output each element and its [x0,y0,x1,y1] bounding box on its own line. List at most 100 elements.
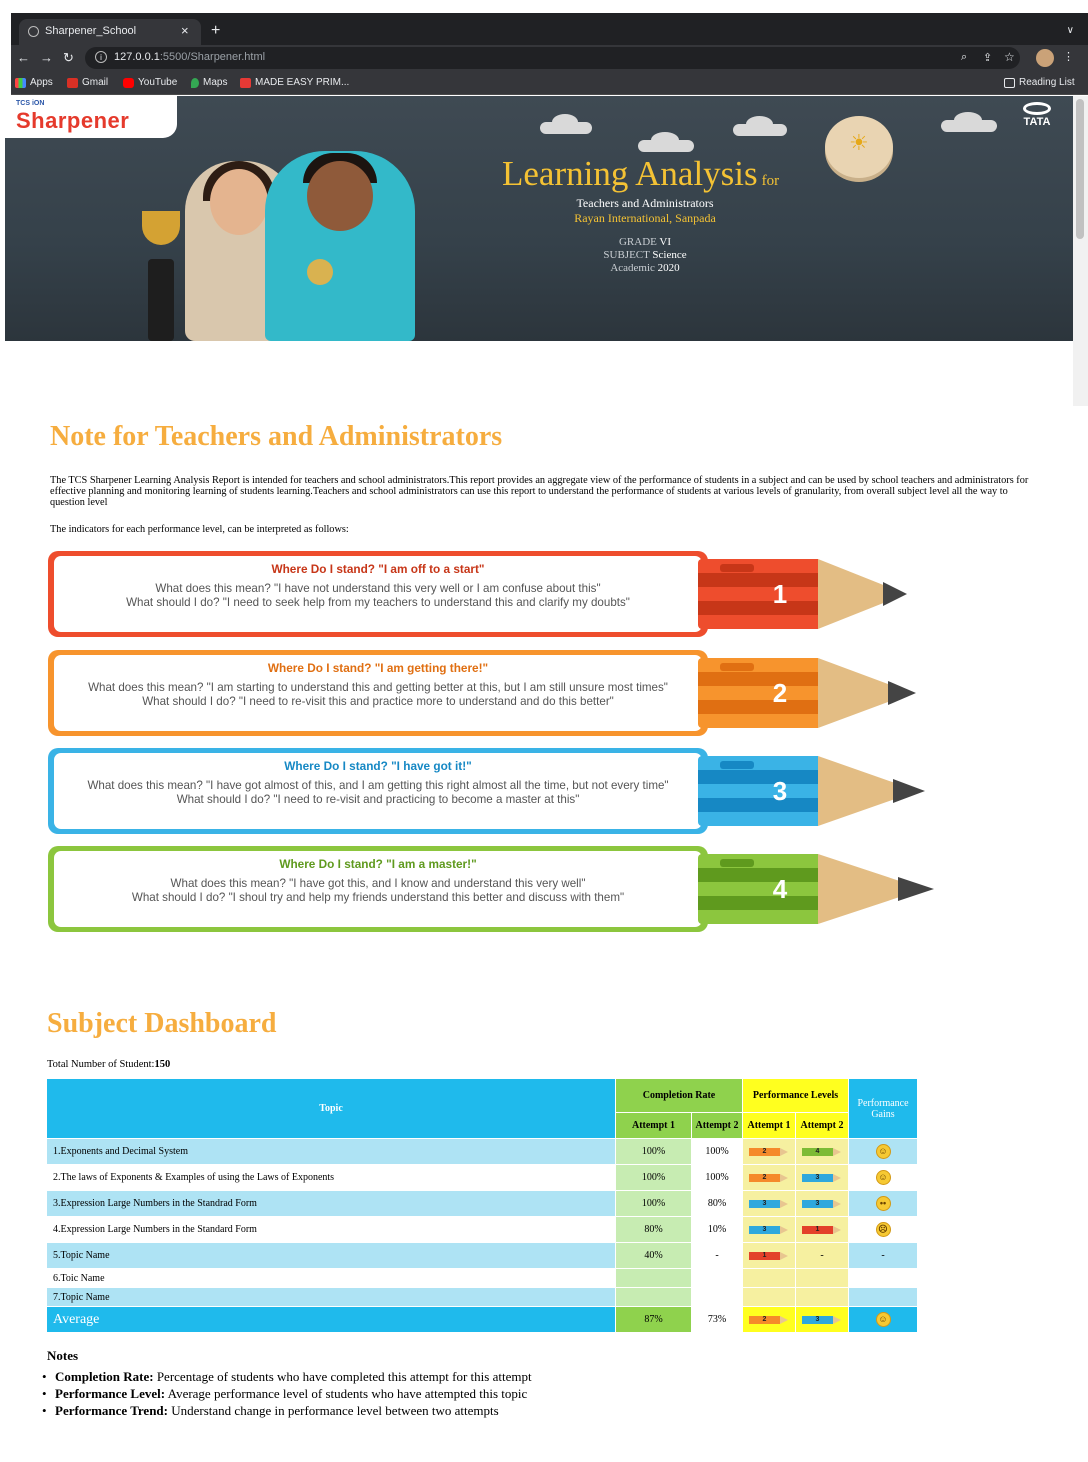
happy-face-icon: ☺ [875,1170,891,1185]
completion-attempt2-header: Attempt 2 [691,1112,743,1139]
globe-icon [28,26,39,37]
completion-attempt2-cell [691,1287,743,1307]
level-card: Where Do I stand? "I am a master!" What d… [48,846,708,932]
performance-gains-header: Performance Gains [848,1078,918,1139]
level-pencil-icon: 2 [749,1315,789,1325]
pencil-body: 1 [698,559,818,629]
tab-search-chevron-icon[interactable]: ∨ [1067,25,1074,36]
reading-list-button[interactable]: Reading List [1004,77,1075,88]
performance-attempt1-cell: 3 [742,1216,796,1243]
hero-banner: TCS iON Sharpener ☀ TATA Learning Analys… [5,96,1073,341]
notes-list: Completion Rate: Percentage of students … [42,1368,532,1419]
level-meaning: What does this mean? "I have got this, a… [170,876,586,890]
performance-attempt2-cell: 3 [795,1164,849,1191]
level-dash: - [820,1250,824,1261]
level-action: What should I do? "I need to re-visit th… [142,695,614,708]
level-1-pencil: Where Do I stand? "I am off to a start" W… [48,551,918,637]
performance-attempt2-cell: - [795,1242,849,1269]
completion-attempt2-cell [691,1268,743,1288]
bookmarks-bar: Apps Gmail YouTube Maps MADE EASY PRIM..… [11,71,1088,95]
trophy-icon [130,211,192,341]
note-item: Performance Level: Average performance l… [42,1385,532,1402]
performance-gain-cell: - [848,1242,918,1269]
site-info-icon[interactable]: i [95,51,107,63]
note-indicators: The indicators for each performance leve… [50,524,349,535]
completion-attempt1-cell: 87% [615,1306,692,1333]
topic-cell: Average [46,1306,616,1333]
share-icon[interactable]: ⇪ [983,51,992,64]
menu-icon[interactable]: ⋮ [1063,50,1074,63]
cloud-icon [733,116,787,136]
new-tab-button[interactable]: + [211,22,220,40]
performance-attempt1-cell [742,1268,796,1288]
performance-attempt1-cell [742,1287,796,1307]
tcs-ion-logo-text: TCS iON [16,100,45,107]
address-bar[interactable]: i 127.0.0.1:5500/Sharpener.html ⌕ ⇪ ☆ [85,47,1020,69]
performance-attempt1-header: Attempt 1 [742,1112,796,1139]
bookmark-made-easy[interactable]: MADE EASY PRIM... [240,77,349,88]
pencil-body: 4 [698,854,818,924]
level-pencil-icon: 4 [802,1147,842,1157]
students-illustration [130,151,430,341]
bookmark-youtube[interactable]: YouTube [123,77,177,88]
level-action: What should I do? "I shoul try and help … [131,891,625,904]
profile-avatar[interactable] [1036,49,1054,67]
performance-levels-header: Performance Levels [742,1078,849,1113]
scrollbar-thumb[interactable] [1076,99,1084,239]
level-card: Where Do I stand? "I have got it!" What d… [48,748,708,834]
boy-illustration [265,151,415,341]
happy-face-icon: ☺ [875,1144,891,1159]
browser-tab[interactable]: Sharpener_School × [19,19,201,45]
level-pencil-icon: 2 [749,1147,789,1157]
performance-attempt2-header: Attempt 2 [795,1112,849,1139]
maps-pin-icon [191,77,199,88]
level-card: Where Do I stand? "I am getting there!" W… [48,650,708,736]
hero-school: Rayan International, Sanpada [574,211,716,225]
tata-logo-mark [1023,102,1051,115]
performance-gain-cell: ☹ [848,1216,918,1243]
level-pencil-icon: 3 [749,1199,789,1209]
zoom-icon[interactable]: ⌕ [961,51,967,64]
completion-attempt1-cell: 80% [615,1216,692,1243]
bookmark-maps[interactable]: Maps [191,77,227,88]
table-row: 2.The laws of Exponents & Examples of us… [46,1164,918,1191]
table-row: 6.Toic Name [46,1268,918,1288]
level-number: 3 [772,776,788,806]
completion-attempt1-cell: 40% [615,1242,692,1269]
completion-rate-header: Completion Rate [615,1078,743,1113]
pencil-lead [888,681,916,705]
level-pencil-icon: 3 [802,1315,842,1325]
level-2-pencil: Where Do I stand? "I am getting there!" W… [48,650,918,736]
page-scrollbar[interactable] [1073,96,1088,406]
tab-close-button[interactable]: × [181,23,189,38]
table-row: 7.Topic Name [46,1287,918,1307]
bookmark-apps[interactable]: Apps [15,77,53,88]
completion-attempt1-cell: 100% [615,1138,692,1165]
gmail-icon [67,77,78,88]
back-icon[interactable]: ← [17,50,30,65]
reload-icon[interactable]: ↻ [63,50,74,66]
performance-gain-cell [848,1287,918,1307]
performance-gain-cell [848,1268,918,1288]
hero-academic: Academic 2020 [610,262,680,274]
apps-grid-icon [15,77,26,88]
level-question: Where Do I stand? "I am a master!" [279,857,477,871]
level-question: Where Do I stand? "I have got it!" [284,759,472,773]
pencil-lead [898,877,934,901]
performance-attempt1-cell: 2 [742,1138,796,1165]
bookmark-star-icon[interactable]: ☆ [1004,50,1015,64]
browser-tabbar: Sharpener_School × + ∨ [0,0,1088,45]
forward-icon[interactable]: → [40,50,53,65]
level-meaning: What does this mean? "I am starting to u… [88,680,668,694]
level-action: What should I do? "I need to re-visit an… [176,793,580,806]
happy-face-icon: ☺ [875,1312,891,1327]
bookmark-gmail[interactable]: Gmail [67,77,108,88]
pencil-lead [883,582,907,606]
made-easy-icon [240,77,251,88]
reading-list-icon [1004,77,1015,88]
sharpener-logo-text: Sharpener [16,108,130,133]
note-heading: Note for Teachers and Administrators [50,421,503,452]
level-number: 1 [772,579,788,609]
performance-attempt1-cell: 1 [742,1242,796,1269]
level-action: What should I do? "I need to seek help f… [126,596,630,609]
